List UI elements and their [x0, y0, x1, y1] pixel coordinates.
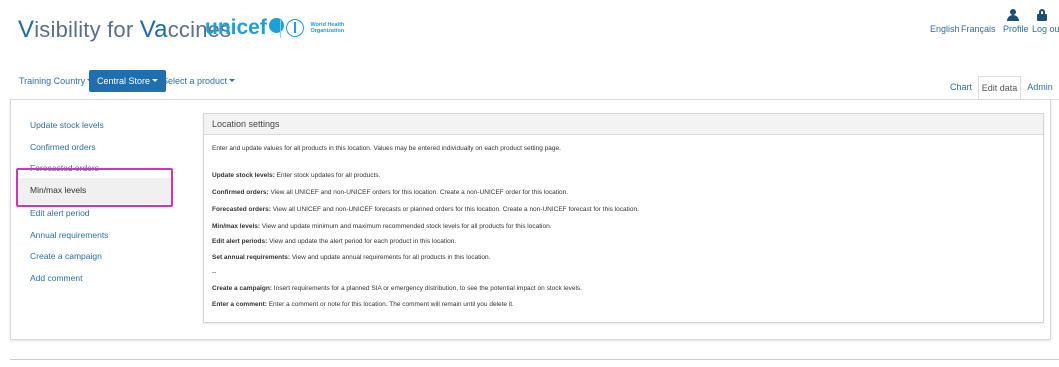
caret-down-icon — [229, 79, 236, 82]
profile-link[interactable]: Profile — [1003, 24, 1029, 34]
highlight-box — [16, 168, 173, 207]
lock-icon[interactable] — [1037, 9, 1047, 22]
setting-desc: View all UNICEF and non-UNICEF orders fo… — [268, 189, 569, 196]
country-dropdown[interactable]: Training Country — [19, 70, 94, 92]
who-wordmark: World Health Organization — [310, 22, 344, 34]
setting-row: Create a campaign: Insert requirements f… — [212, 285, 582, 292]
setting-row: Confirmed orders: View all UNICEF and no… — [212, 189, 568, 196]
setting-desc: View all UNICEF and non-UNICEF forecasts… — [270, 206, 639, 213]
setting-desc: Enter stock updates for all products. — [274, 172, 381, 179]
setting-term: Confirmed orders: — [212, 189, 269, 196]
setting-term: Min/max levels: — [212, 223, 261, 230]
setting-term: Set annual requirements: — [212, 254, 291, 261]
sidebar-item-edit-alert[interactable]: Edit alert period — [30, 208, 90, 218]
setting-desc: Insert requirements for a planned SIA or… — [271, 285, 582, 292]
country-dropdown-label: Training Country — [19, 76, 86, 86]
app-title: Visibility for Vaccines — [18, 16, 231, 44]
who-emblem-icon — [286, 19, 304, 37]
setting-desc: View and update annual requirements for … — [290, 254, 491, 261]
card-title: Location settings — [212, 119, 280, 129]
sidebar-item-update-stock[interactable]: Update stock levels — [30, 120, 104, 130]
sidebar-item-confirmed-orders[interactable]: Confirmed orders — [30, 142, 96, 152]
logo-divider — [280, 20, 281, 38]
unicef-wordmark: unicef — [205, 16, 267, 39]
who-line-2: Organization — [310, 28, 345, 34]
location-settings-card: Location settings Enter and update value… — [203, 113, 1044, 323]
title-letters-va: Va — [139, 16, 168, 43]
unicef-logo: unicef — [205, 16, 284, 40]
setting-desc: Enter a comment or note for this locatio… — [266, 301, 514, 308]
setting-term: Forecasted orders: — [212, 206, 271, 213]
setting-term: Enter a comment: — [212, 301, 267, 308]
card-intro: Enter and update values for all products… — [212, 145, 561, 152]
product-dropdown[interactable]: Select a product — [162, 70, 236, 92]
product-dropdown-label: Select a product — [162, 76, 228, 86]
lang-english-link[interactable]: English — [930, 24, 960, 34]
tab-edit-data[interactable]: Edit data — [978, 76, 1021, 100]
tab-admin[interactable]: Admin — [1024, 76, 1056, 100]
logout-link[interactable]: Log out — [1032, 24, 1059, 34]
sidebar-item-create-campaign[interactable]: Create a campaign — [30, 251, 102, 261]
setting-row: Enter a comment: Enter a comment or note… — [212, 301, 514, 308]
setting-row: Forecasted orders: View all UNICEF and n… — [212, 206, 639, 213]
setting-row: Update stock levels: Enter stock updates… — [212, 172, 380, 179]
store-dropdown[interactable]: Central Store — [89, 70, 167, 92]
user-icon[interactable] — [1007, 9, 1019, 22]
sidebar-item-annual-requirements[interactable]: Annual requirements — [30, 230, 108, 240]
setting-term: Create a campaign: — [212, 285, 272, 292]
sidebar-item-add-comment[interactable]: Add comment — [30, 273, 82, 283]
setting-row: Edit alert periods: View and update the … — [212, 238, 456, 245]
setting-term: Edit alert periods: — [212, 238, 268, 245]
store-dropdown-label: Central Store — [97, 76, 151, 86]
setting-row: Min/max levels: View and update minimum … — [212, 223, 552, 230]
caret-down-icon — [152, 79, 159, 82]
lang-francais-link[interactable]: Français — [961, 24, 996, 34]
title-letter-v: V — [18, 16, 35, 43]
setting-desc: View and update minimum and maximum reco… — [260, 223, 552, 230]
setting-desc: View and update the alert period for eac… — [267, 238, 457, 245]
card-header: Location settings — [204, 114, 1043, 135]
who-logo: World Health Organization — [286, 19, 344, 39]
title-part-1: isibility for — [34, 17, 140, 42]
separator: -- — [212, 269, 217, 276]
setting-row: Set annual requirements: View and update… — [212, 254, 490, 261]
footer-divider — [10, 359, 1059, 360]
globe-icon — [268, 18, 284, 33]
tab-chart[interactable]: Chart — [945, 76, 977, 100]
setting-term: Update stock levels: — [212, 172, 275, 179]
